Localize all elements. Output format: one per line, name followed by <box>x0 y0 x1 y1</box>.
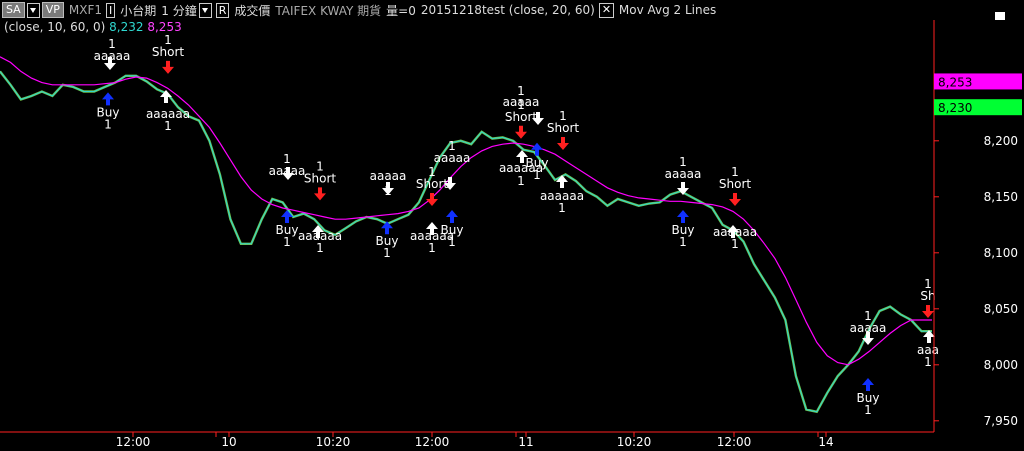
exit-label: aaaaa <box>850 321 887 335</box>
signal-count: 1 <box>679 235 687 249</box>
buy-arrow-icon <box>446 210 458 223</box>
x-tick-label: 10:20 <box>617 435 652 449</box>
exit-label: aaaaa <box>370 169 407 183</box>
x-tick-label: 11 <box>518 435 533 449</box>
signal-count: 1 <box>383 246 391 260</box>
price-line <box>0 70 932 414</box>
exit-label: aaaaaa <box>499 161 543 175</box>
x-tick-label: 10:20 <box>316 435 351 449</box>
signal-count: 1 <box>864 403 872 417</box>
x-tick-label: 12:00 <box>116 435 151 449</box>
signal-count: 1 <box>104 117 112 131</box>
exit-arrow-icon <box>556 175 568 188</box>
exit-label: 1 <box>316 241 324 255</box>
buy-arrow-icon <box>677 210 689 223</box>
y-tick-label: 8,050 <box>984 302 1018 316</box>
short-arrow-icon <box>426 193 438 206</box>
exit-label: 1 <box>517 174 525 188</box>
signal-label: Short <box>547 121 579 135</box>
buy-arrow-icon <box>531 142 543 156</box>
y-tick-label: 8,100 <box>984 246 1018 260</box>
short-arrow-icon <box>729 193 741 206</box>
y-tick-label: 8,000 <box>984 358 1018 372</box>
exit-label: 1 <box>924 355 932 369</box>
exit-label: aaaaa <box>665 167 702 181</box>
signal-count: 1 <box>731 165 739 179</box>
short-arrow-icon <box>162 60 174 74</box>
signal-label: Short <box>152 45 184 59</box>
signal-count: 1 <box>559 109 567 123</box>
exit-label: 1 <box>164 119 172 133</box>
short-arrow-icon <box>922 305 934 318</box>
signal-count: 1 <box>428 165 436 179</box>
signal-label: Short <box>505 110 537 124</box>
exit-label: 1 <box>384 184 392 198</box>
y-tick-label: 7,950 <box>984 414 1018 428</box>
signal-label: Sh <box>920 289 935 303</box>
buy-arrow-icon <box>102 92 114 106</box>
price-tag-label: 8,253 <box>938 75 972 89</box>
exit-label: 1 <box>864 309 872 323</box>
x-tick-label: 14 <box>818 435 833 449</box>
exit-label: aaaaa <box>434 151 471 165</box>
signal-count: 1 <box>924 277 932 291</box>
slow-ma-line <box>0 56 932 366</box>
signal-count: 1 <box>283 235 291 249</box>
x-tick-label: 12:00 <box>415 435 450 449</box>
window-restore-icon[interactable] <box>995 12 1005 20</box>
chart-lines <box>0 56 932 414</box>
price-tag-label: 8,230 <box>938 101 972 115</box>
buy-arrow-icon <box>862 378 874 391</box>
signal-label: Short <box>416 177 448 191</box>
signal-count: 1 <box>164 33 172 47</box>
exit-label: aaaaa <box>94 49 131 63</box>
buy-arrow-icon <box>281 210 293 223</box>
exit-label: 1 <box>731 237 739 251</box>
exit-label: 1 <box>517 84 525 98</box>
x-tick-label: 12:00 <box>717 435 752 449</box>
exit-label: 1 <box>558 201 566 215</box>
exit-label: 1 <box>428 241 436 255</box>
short-arrow-icon <box>557 137 569 150</box>
price-chart[interactable]: Buy1Short1Buy1Short1Buy1Short1Buy1Short1… <box>0 0 1024 451</box>
short-arrow-icon <box>515 125 527 139</box>
y-tick-label: 8,200 <box>984 134 1018 148</box>
exit-label: 1 <box>448 139 456 153</box>
signal-markers: Buy1Short1Buy1Short1Buy1Short1Buy1Short1… <box>94 33 939 417</box>
signal-label: Short <box>304 171 336 185</box>
exit-label: aaaaa <box>269 164 306 178</box>
short-arrow-icon <box>314 187 326 201</box>
x-tick-label: 10 <box>221 435 236 449</box>
signal-label: Short <box>719 177 751 191</box>
y-tick-label: 8,150 <box>984 190 1018 204</box>
signal-count: 1 <box>316 159 324 173</box>
